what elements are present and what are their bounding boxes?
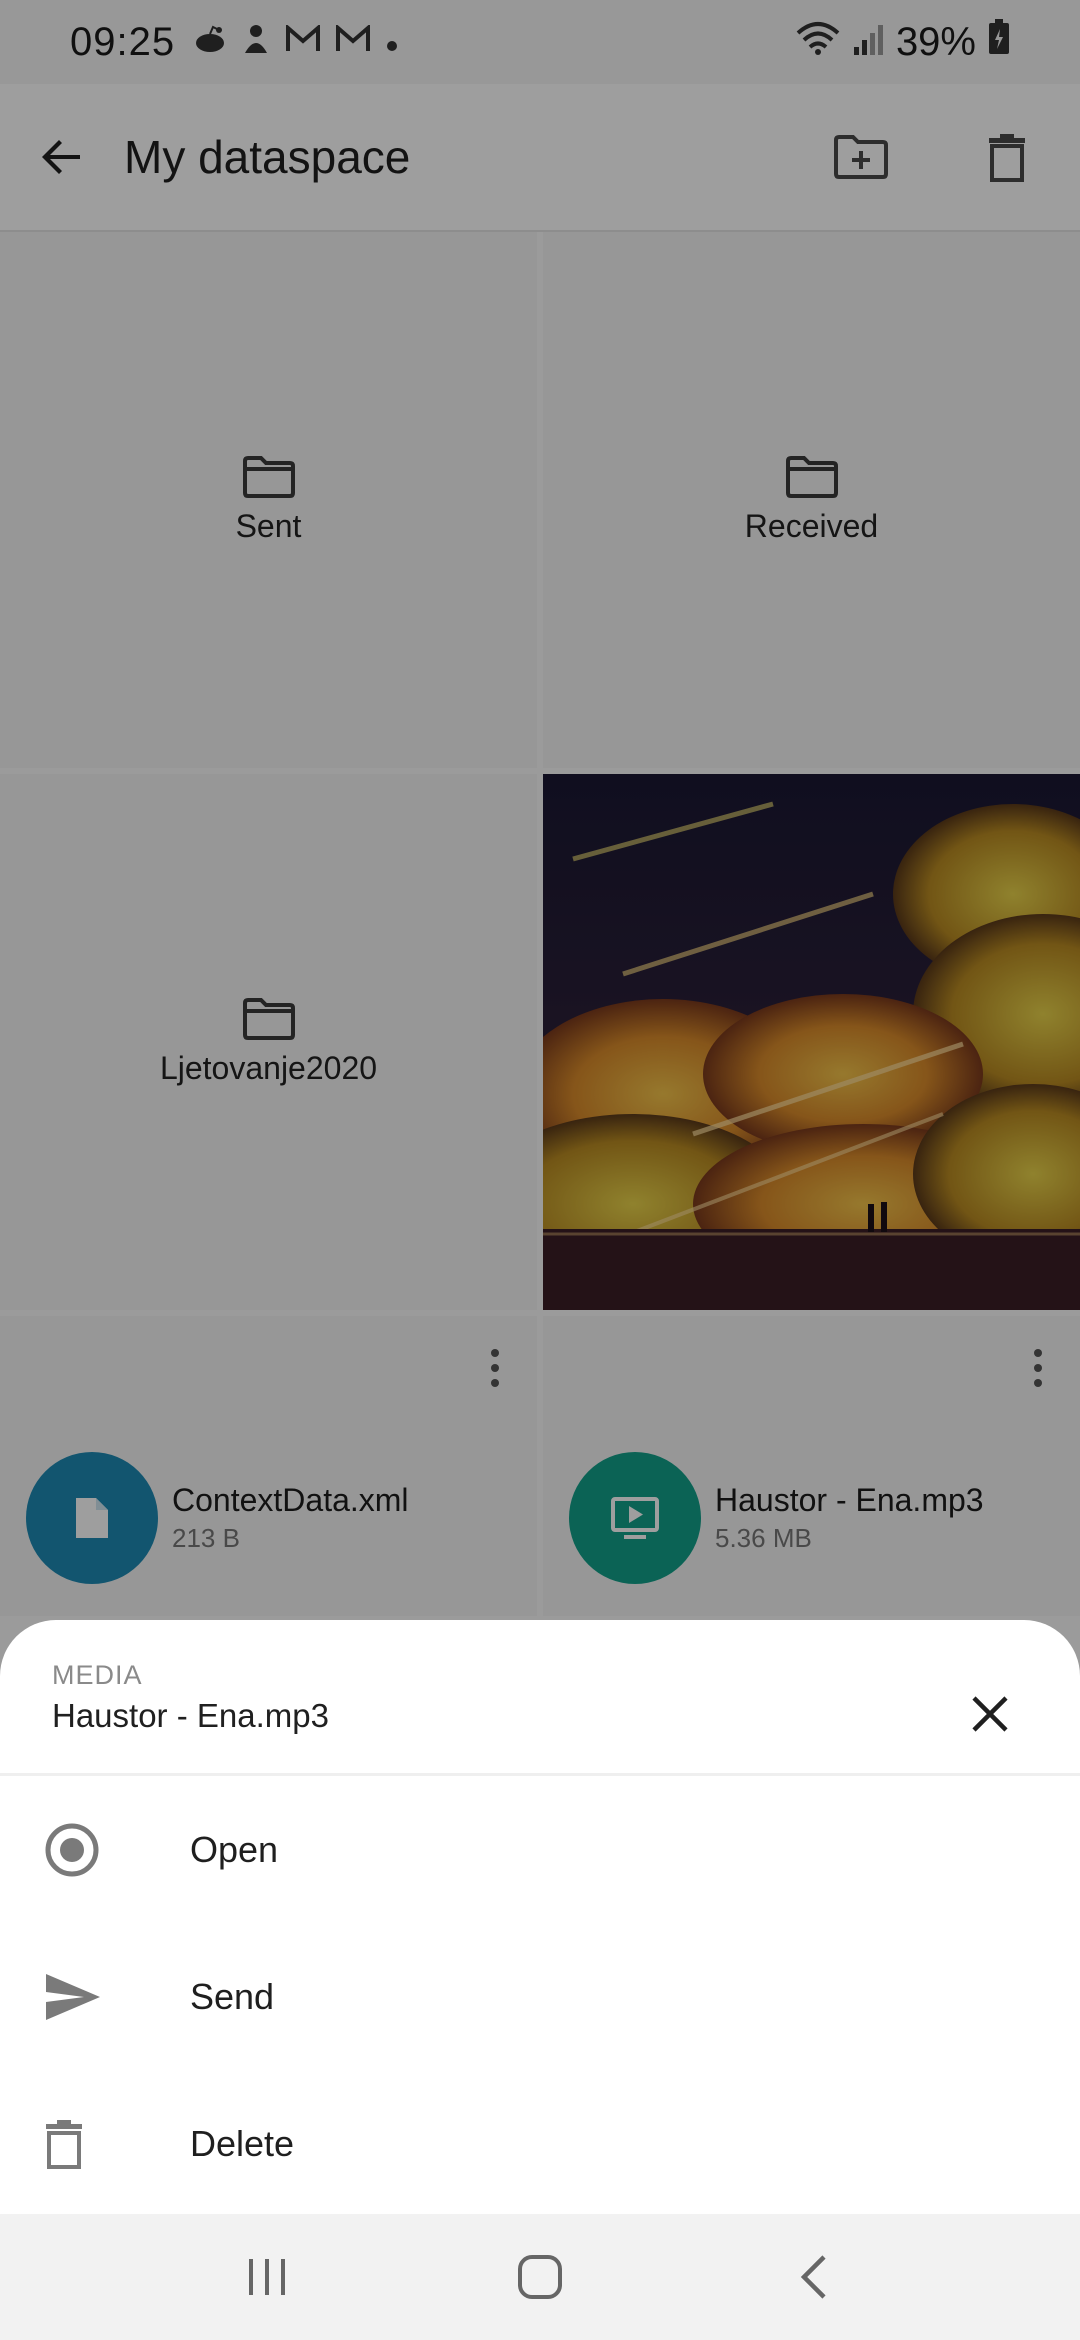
open-icon — [45, 1823, 99, 1876]
close-icon — [972, 1696, 1008, 1732]
sheet-item-label: Delete — [190, 2122, 295, 2164]
home-icon — [517, 2255, 562, 2299]
sheet-item-send[interactable]: Send — [0, 1923, 1080, 2070]
system-nav-bar — [0, 2214, 1080, 2340]
sheet-item-open[interactable]: Open — [0, 1776, 1080, 1923]
delete-icon — [46, 2119, 82, 2169]
recents-button[interactable] — [197, 2214, 337, 2340]
bottom-sheet: MEDIA Haustor - Ena.mp3 Open Send Delete — [0, 1620, 1080, 2214]
screen: 09:25 39% My dataspace Sent Received Lje… — [0, 0, 1080, 2340]
sheet-header: MEDIA Haustor - Ena.mp3 — [0, 1620, 1080, 1776]
send-icon — [46, 1973, 100, 2020]
sheet-file-name: Haustor - Ena.mp3 — [52, 1697, 329, 1734]
sheet-item-label: Open — [190, 1828, 279, 1870]
home-button[interactable] — [470, 2214, 610, 2340]
sheet-item-delete[interactable]: Delete — [0, 2070, 1080, 2217]
chevron-left-icon — [801, 2255, 826, 2299]
nav-back-button[interactable] — [743, 2214, 883, 2340]
sheet-category: MEDIA — [52, 1660, 143, 1690]
close-button[interactable] — [940, 1664, 1040, 1764]
sheet-item-label: Send — [190, 1975, 275, 2017]
recents-icon — [248, 2259, 285, 2295]
